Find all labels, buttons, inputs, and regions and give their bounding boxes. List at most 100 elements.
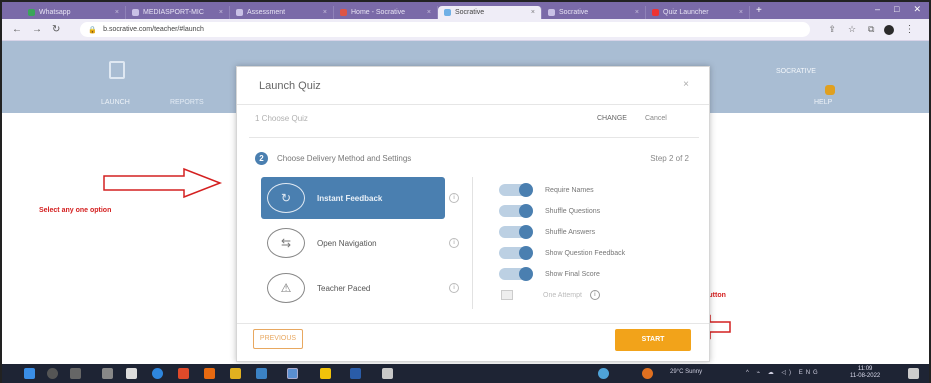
start-button[interactable]: START bbox=[615, 329, 691, 351]
toggle-switch[interactable] bbox=[499, 246, 533, 260]
close-window-button[interactable]: ✕ bbox=[913, 4, 921, 15]
toggle-switch[interactable] bbox=[499, 267, 533, 281]
setting-shuffle-answers: Shuffle Answers bbox=[499, 225, 595, 239]
tab-label: Whatsapp bbox=[39, 8, 71, 16]
task-view-icon[interactable] bbox=[70, 368, 81, 379]
back-icon[interactable]: ← bbox=[12, 24, 22, 35]
chrome-icon[interactable] bbox=[598, 368, 609, 379]
tab-label: Quiz Launcher bbox=[663, 8, 709, 16]
method-label: Open Navigation bbox=[317, 238, 377, 248]
address-bar[interactable]: 🔒 b.socrative.com/teacher/#launch bbox=[80, 22, 811, 37]
clock[interactable]: 11:09 11-08-2022 bbox=[850, 366, 880, 380]
system-tray[interactable]: ^ ⌁ ☁ ◁) ENG bbox=[746, 369, 821, 376]
word-icon[interactable] bbox=[350, 368, 361, 379]
browser-tab[interactable]: Whatsapp × bbox=[22, 5, 126, 19]
close-tab-icon[interactable]: × bbox=[739, 9, 743, 16]
profile-avatar[interactable] bbox=[884, 24, 895, 35]
menu-icon[interactable]: ⋮ bbox=[904, 24, 914, 35]
help-link[interactable]: HELP bbox=[814, 99, 832, 106]
windows-taskbar: 29°C Sunny ^ ⌁ ☁ ◁) ENG 11:09 11-08-2022 bbox=[2, 364, 929, 383]
browser-tab[interactable]: Assessment × bbox=[230, 5, 334, 19]
browser-tab[interactable]: Socrative × bbox=[542, 5, 646, 19]
delivery-method-teacher-paced[interactable]: ⚠ Teacher Paced bbox=[261, 267, 445, 309]
setting-label: One Attempt bbox=[543, 291, 582, 299]
close-tab-icon[interactable]: × bbox=[115, 9, 119, 16]
browser-tab-bar: Whatsapp × MEDIASPORT-MIC × Assessment × Ho… bbox=[2, 2, 929, 19]
extensions-icon[interactable]: ⧉ bbox=[868, 24, 874, 35]
nav-launch[interactable]: LAUNCH bbox=[101, 99, 130, 106]
app-icon[interactable] bbox=[320, 368, 331, 379]
user-name[interactable]: SOCRATIVE bbox=[776, 68, 816, 75]
vlc-icon[interactable] bbox=[204, 368, 215, 379]
step-title: Choose Delivery Method and Settings bbox=[277, 154, 412, 163]
info-icon[interactable]: i bbox=[589, 290, 600, 300]
youtube-icon bbox=[652, 8, 659, 16]
step-number-badge: 2 bbox=[255, 152, 268, 165]
nav-reports[interactable]: REPORTS bbox=[170, 99, 204, 106]
close-tab-icon[interactable]: × bbox=[219, 9, 223, 16]
method-label: Instant Feedback bbox=[317, 193, 383, 203]
info-icon[interactable]: i bbox=[449, 283, 459, 293]
app-icon[interactable] bbox=[256, 368, 267, 379]
delivery-method-open-navigation[interactable]: ⇆ Open Navigation bbox=[261, 222, 445, 264]
quiz-name: 1 Choose Quiz bbox=[255, 114, 308, 123]
step1-row: 1 Choose Quiz CHANGE Cancel bbox=[251, 111, 697, 127]
change-link[interactable]: CHANGE bbox=[597, 115, 627, 122]
app-icon[interactable] bbox=[382, 368, 393, 379]
toggle-switch[interactable] bbox=[499, 183, 533, 197]
setting-show-question-feedback: Show Question Feedback bbox=[499, 246, 625, 260]
previous-button[interactable]: PREVIOUS bbox=[253, 329, 303, 349]
bell-icon[interactable] bbox=[825, 85, 835, 95]
edge-icon[interactable] bbox=[152, 368, 163, 379]
teacher-paced-icon: ⚠ bbox=[267, 273, 305, 303]
windows-start-icon[interactable] bbox=[24, 368, 35, 379]
cancel-link[interactable]: Cancel bbox=[645, 115, 667, 122]
lock-icon: 🔒 bbox=[88, 26, 98, 34]
close-tab-icon[interactable]: × bbox=[323, 9, 327, 16]
reload-icon[interactable]: ↻ bbox=[52, 24, 60, 35]
toggle-switch[interactable] bbox=[499, 204, 533, 218]
tab-label: Assessment bbox=[247, 8, 286, 16]
active-window-icon[interactable] bbox=[287, 368, 298, 379]
delivery-method-instant-feedback[interactable]: ↻ Instant Feedback bbox=[261, 177, 445, 219]
close-tab-icon[interactable]: × bbox=[427, 9, 431, 16]
browser-tab[interactable]: Quiz Launcher × bbox=[646, 5, 750, 19]
setting-label: Shuffle Answers bbox=[545, 228, 596, 236]
vertical-divider bbox=[472, 177, 473, 309]
photos-icon[interactable] bbox=[230, 368, 241, 379]
file-explorer-icon[interactable] bbox=[102, 368, 113, 379]
browser-tab[interactable]: MEDIASPORT-MIC × bbox=[126, 5, 230, 19]
browser-tab-active[interactable]: Socrative × bbox=[438, 5, 542, 19]
toggle-knob bbox=[519, 267, 533, 281]
notes-icon[interactable] bbox=[126, 368, 137, 379]
app-logo-icon[interactable] bbox=[109, 61, 125, 79]
share-icon[interactable]: ⇪ bbox=[828, 24, 836, 35]
url-text: b.socrative.com/teacher/#launch bbox=[103, 26, 204, 33]
browser-tab[interactable]: Home - Socrative × bbox=[334, 5, 438, 19]
close-tab-icon[interactable]: × bbox=[531, 9, 535, 16]
maximize-button[interactable]: □ bbox=[894, 4, 899, 15]
site-icon bbox=[132, 8, 139, 16]
site-icon bbox=[340, 8, 347, 16]
forward-icon[interactable]: → bbox=[32, 24, 42, 35]
divider bbox=[237, 323, 709, 324]
notifications-icon[interactable] bbox=[908, 368, 919, 379]
screenshot-frame: Whatsapp × MEDIASPORT-MIC × Assessment × Ho… bbox=[0, 0, 931, 383]
info-icon[interactable]: i bbox=[449, 238, 459, 248]
star-icon[interactable]: ☆ bbox=[848, 24, 856, 35]
weather-text: 29°C Sunny bbox=[670, 369, 703, 375]
setting-shuffle-questions: Shuffle Questions bbox=[499, 204, 600, 218]
setting-label: Require Names bbox=[545, 186, 594, 194]
close-icon[interactable]: × bbox=[683, 79, 689, 90]
toggle-knob bbox=[519, 204, 533, 218]
office-icon[interactable] bbox=[178, 368, 189, 379]
close-tab-icon[interactable]: × bbox=[635, 9, 639, 16]
info-icon[interactable]: i bbox=[449, 193, 459, 203]
toggle-switch[interactable] bbox=[499, 225, 533, 239]
one-attempt-checkbox[interactable] bbox=[501, 290, 513, 300]
new-tab-button[interactable]: + bbox=[756, 5, 762, 16]
search-icon[interactable] bbox=[47, 368, 58, 379]
minimize-button[interactable]: – bbox=[875, 4, 880, 15]
whatsapp-icon bbox=[28, 8, 35, 16]
socrative-icon bbox=[444, 8, 451, 16]
